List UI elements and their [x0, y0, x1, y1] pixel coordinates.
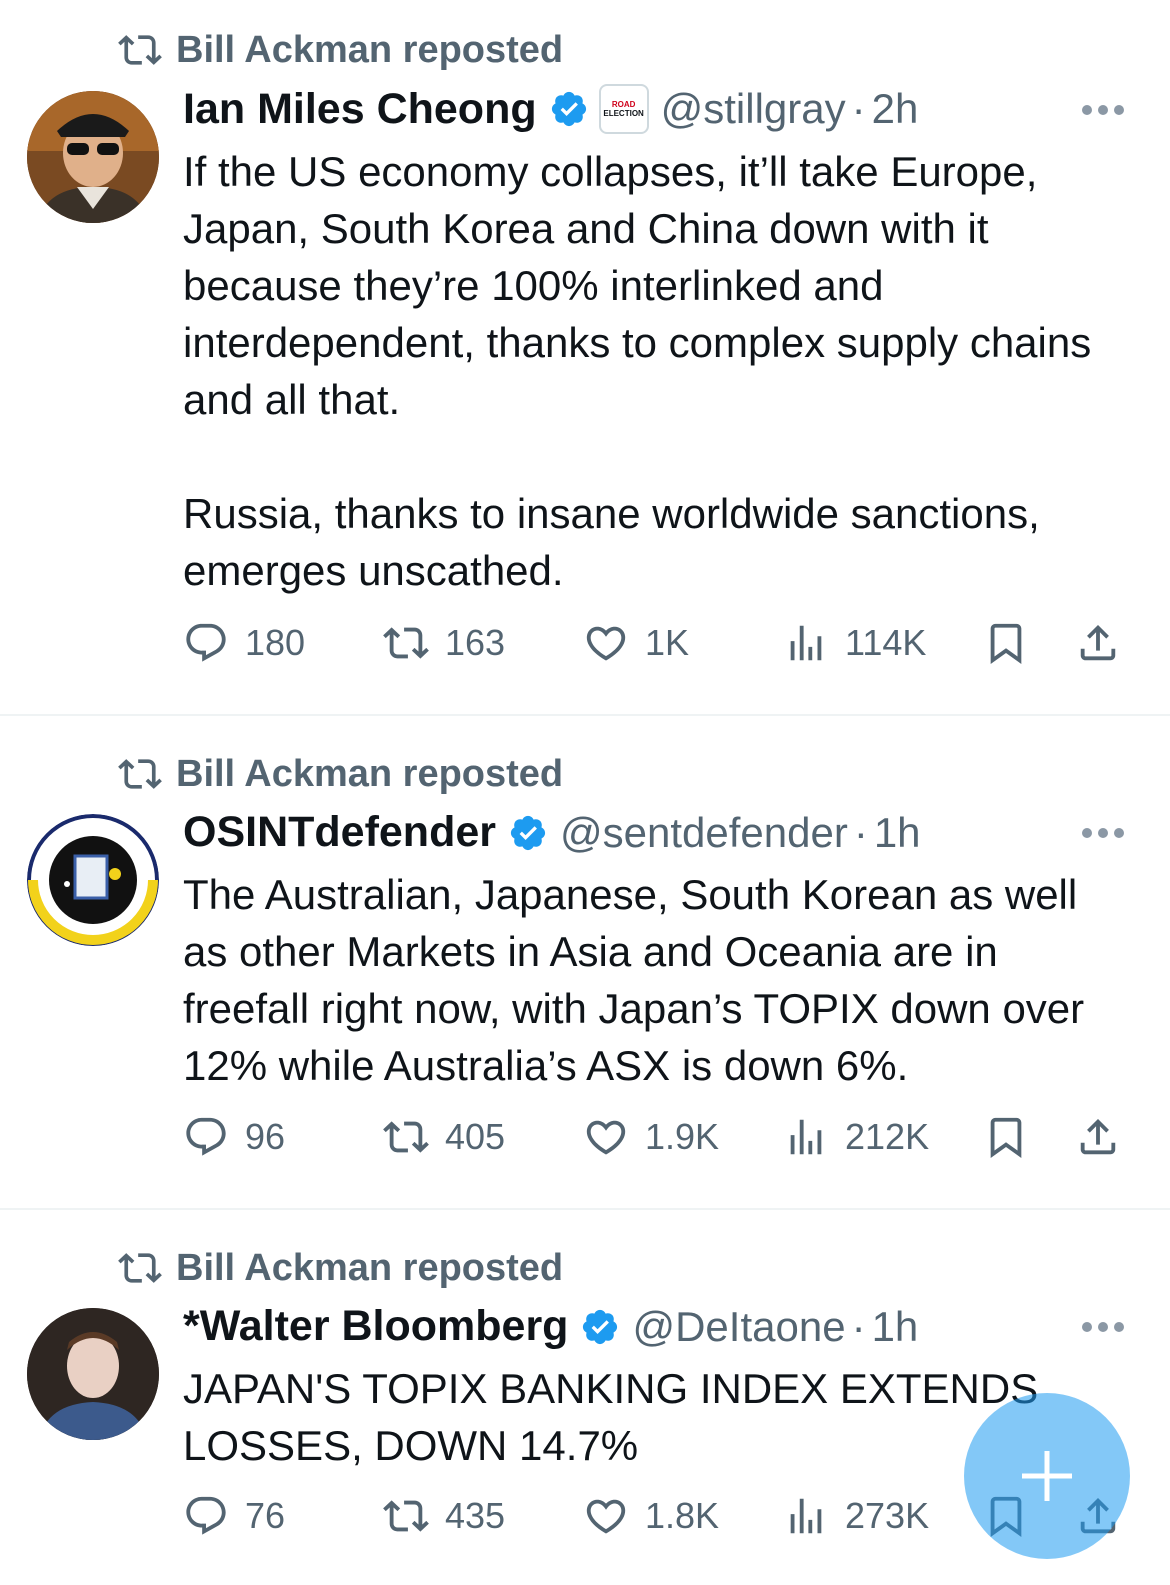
bookmark-button[interactable]	[983, 620, 1029, 666]
bookmark-icon	[990, 1117, 1022, 1158]
tweet-header: Ian Miles Cheong ROAD ELECTION @stillgra…	[183, 84, 918, 134]
tweet-header: OSINTdefender @sentdefender · 1h	[183, 808, 921, 857]
views-button[interactable]: 273K	[783, 1493, 929, 1539]
repost-button[interactable]: 163	[383, 620, 505, 666]
like-count: 1K	[645, 622, 690, 663]
avatar[interactable]	[27, 91, 159, 223]
tweet-text: The Australian, Japanese, South Korean a…	[183, 871, 1096, 1089]
timestamp[interactable]: 2h	[872, 85, 919, 133]
analytics-icon	[790, 1498, 822, 1534]
timestamp[interactable]: 1h	[872, 1303, 919, 1351]
reply-button[interactable]: 180	[183, 620, 305, 666]
reply-button[interactable]: 96	[183, 1114, 285, 1160]
heart-icon	[586, 1120, 626, 1155]
repost-icon	[383, 1500, 429, 1532]
handle[interactable]: @stillgray	[661, 85, 846, 133]
verified-badge-icon	[510, 815, 546, 850]
views-button[interactable]: 114K	[783, 620, 926, 666]
repost-count: 405	[445, 1116, 506, 1157]
display-name[interactable]: *Walter Bloomberg	[183, 1302, 568, 1351]
avatar[interactable]	[27, 814, 159, 946]
reply-count: 180	[245, 622, 306, 663]
analytics-icon	[790, 1119, 822, 1155]
more-options-icon[interactable]	[1082, 105, 1124, 117]
repost-button[interactable]: 405	[383, 1114, 505, 1160]
display-name[interactable]: Ian Miles Cheong	[183, 85, 537, 134]
reply-icon	[186, 623, 226, 662]
verified-badge-icon	[551, 91, 586, 127]
tweet-1[interactable]: Bill Ackman reposted Ian Miles Cheong RO…	[0, 0, 1170, 714]
repost-button[interactable]: 435	[383, 1493, 505, 1539]
reply-icon	[186, 1117, 226, 1156]
heart-icon	[586, 626, 626, 661]
repost-icon	[383, 627, 429, 659]
repost-indicator: Bill Ackman reposted	[118, 28, 563, 72]
bookmark-icon	[990, 623, 1022, 664]
like-count: 1.8K	[645, 1495, 720, 1536]
separator-dot: ·	[851, 85, 866, 132]
verified-badge-icon	[583, 1309, 618, 1344]
affiliation-badge-line-1: ROAD	[611, 100, 636, 109]
like-button[interactable]: 1.8K	[583, 1493, 719, 1539]
view-count: 212K	[845, 1116, 930, 1157]
repost-count: 435	[445, 1495, 506, 1536]
tweet-text: If the US economy collapses, it’ll take …	[183, 148, 1092, 594]
repost-label: Bill Ackman reposted	[176, 752, 564, 795]
heart-icon	[586, 1499, 626, 1534]
more-options-icon[interactable]	[1082, 828, 1124, 840]
view-count: 273K	[845, 1495, 930, 1536]
bookmark-button[interactable]	[983, 1114, 1029, 1160]
reply-count: 76	[245, 1495, 286, 1536]
reply-button[interactable]: 76	[183, 1493, 285, 1539]
tweet-header: *Walter Bloomberg @DeItaone · 1h	[183, 1302, 918, 1351]
like-button[interactable]: 1K	[583, 620, 689, 666]
share-button[interactable]	[1075, 620, 1121, 666]
repost-icon	[118, 1253, 162, 1283]
reply-count: 96	[245, 1116, 286, 1157]
repost-icon	[118, 759, 162, 789]
repost-indicator: Bill Ackman reposted	[118, 752, 563, 796]
like-count: 1.9K	[645, 1116, 720, 1157]
analytics-icon	[790, 625, 822, 661]
action-bar: 180 163 1K 114K	[183, 620, 1133, 680]
display-name[interactable]: OSINTdefender	[183, 808, 496, 857]
reply-icon	[186, 1496, 226, 1535]
like-button[interactable]: 1.9K	[583, 1114, 719, 1160]
action-bar: 96 405 1.9K 212K	[183, 1114, 1133, 1174]
share-icon	[1080, 624, 1116, 661]
avatar[interactable]	[27, 1308, 159, 1440]
repost-icon	[383, 1121, 429, 1153]
repost-icon	[118, 35, 162, 65]
plus-icon	[1022, 1451, 1072, 1501]
views-button[interactable]: 212K	[783, 1114, 929, 1160]
handle[interactable]: @sentdefender	[560, 809, 848, 857]
share-icon	[1080, 1118, 1116, 1155]
view-count: 114K	[845, 622, 927, 663]
tweet-2[interactable]: Bill Ackman reposted OSINTdefender @sent…	[0, 716, 1170, 1208]
repost-label: Bill Ackman reposted	[176, 28, 564, 71]
repost-indicator: Bill Ackman reposted	[118, 1246, 563, 1290]
repost-count: 163	[445, 622, 506, 663]
separator-dot: ·	[853, 808, 868, 856]
repost-label: Bill Ackman reposted	[176, 1246, 564, 1289]
affiliation-badge-line-2: ELECTION	[603, 109, 644, 118]
separator-dot: ·	[851, 1302, 866, 1350]
compose-button[interactable]	[964, 1393, 1130, 1559]
timestamp[interactable]: 1h	[874, 809, 921, 857]
handle[interactable]: @DeItaone	[632, 1303, 845, 1351]
more-options-icon[interactable]	[1082, 1322, 1124, 1334]
affiliation-badge: ROAD ELECTION	[598, 84, 649, 134]
share-button[interactable]	[1075, 1114, 1121, 1160]
